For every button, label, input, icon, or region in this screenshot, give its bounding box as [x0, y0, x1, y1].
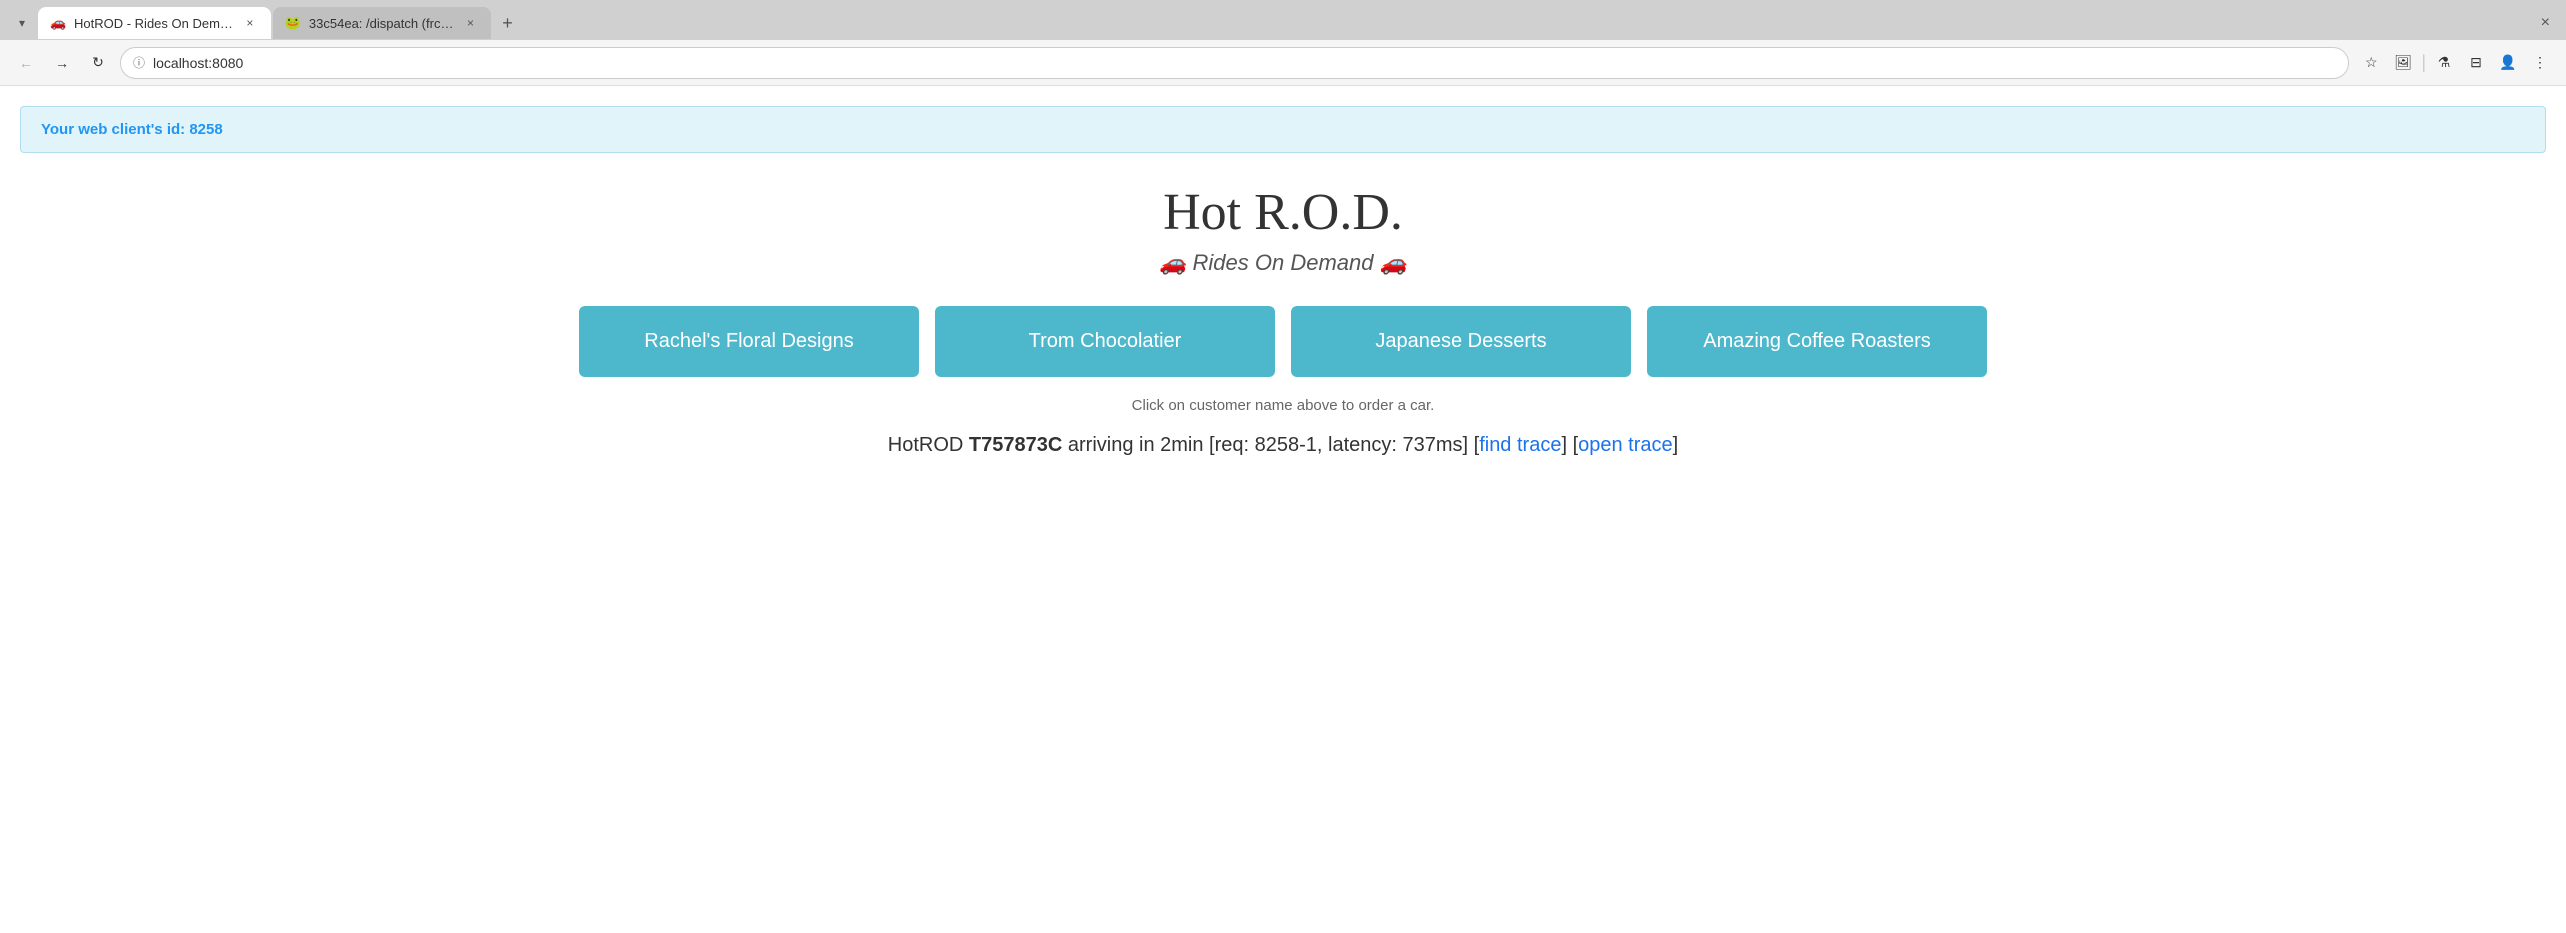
tab-1[interactable]: 🚗 HotROD - Rides On Dem… × — [38, 7, 271, 39]
back-button[interactable]: ← — [12, 49, 40, 77]
forward-button[interactable]: → — [48, 49, 76, 77]
tab-2-close[interactable]: × — [461, 14, 479, 32]
tab-2-favicon: 🐸 — [285, 15, 301, 31]
nav-bar: ← → ↻ ⓘ localhost:8080 ☆ 🖼 | ⚗ ⊟ 👤 ⋮ — [0, 40, 2566, 86]
profile-icon[interactable]: 👤 — [2494, 49, 2522, 77]
customer-button-rachel[interactable]: Rachel's Floral Designs — [579, 306, 919, 377]
address-security-icon: ⓘ — [133, 54, 145, 71]
address-bar[interactable]: ⓘ localhost:8080 — [120, 47, 2349, 79]
extension-icon[interactable]: 🖼 — [2389, 49, 2417, 77]
app-subtitle: 🚗 Rides On Demand 🚗 — [20, 250, 2546, 276]
instruction-text: Click on customer name above to order a … — [20, 397, 2546, 414]
new-tab-button[interactable]: + — [493, 9, 521, 37]
tab-2[interactable]: 🐸 33c54ea: /dispatch (frc… × — [273, 7, 492, 39]
app-title: Hot R.O.D. — [20, 183, 2546, 242]
page-content: Your web client's id: 8258 Hot R.O.D. 🚗 … — [0, 86, 2566, 686]
lab-icon[interactable]: ⚗ — [2430, 49, 2458, 77]
customer-button-coffee[interactable]: Amazing Coffee Roasters — [1647, 306, 1987, 377]
window-close-button[interactable]: × — [2533, 10, 2558, 36]
status-middle: arriving in 2min [req: 8258-1, latency: … — [1062, 434, 1479, 456]
find-trace-link[interactable]: find trace — [1479, 434, 1561, 456]
status-message: HotROD T757873C arriving in 2min [req: 8… — [20, 434, 2546, 457]
customer-button-trom[interactable]: Trom Chocolatier — [935, 306, 1275, 377]
client-id-banner: Your web client's id: 8258 — [20, 106, 2546, 153]
cast-icon[interactable]: ⊟ — [2462, 49, 2490, 77]
tab-bar: ▾ 🚗 HotROD - Rides On Dem… × 🐸 33c54ea: … — [0, 0, 2566, 40]
customer-buttons: Rachel's Floral Designs Trom Chocolatier… — [20, 306, 2546, 377]
tab-dropdown-button[interactable]: ▾ — [8, 9, 36, 37]
reload-button[interactable]: ↻ — [84, 49, 112, 77]
status-prefix: HotROD — [888, 434, 969, 456]
nav-separator: | — [2421, 52, 2426, 73]
status-between: ] [ — [1561, 434, 1578, 456]
client-id-value: 8258 — [189, 121, 222, 138]
customer-button-japanese[interactable]: Japanese Desserts — [1291, 306, 1631, 377]
subtitle-prefix: 🚗 — [1159, 250, 1193, 275]
status-suffix: ] — [1673, 434, 1679, 456]
status-car-id: T757873C — [969, 434, 1062, 456]
nav-actions: ☆ 🖼 | ⚗ ⊟ 👤 ⋮ — [2357, 49, 2554, 77]
tab-2-title: 33c54ea: /dispatch (frc… — [309, 16, 454, 31]
open-trace-link[interactable]: open trace — [1578, 434, 1673, 456]
tab-1-title: HotROD - Rides On Dem… — [74, 16, 233, 31]
subtitle-text: Rides On Demand — [1193, 250, 1374, 275]
bookmark-star-icon[interactable]: ☆ — [2357, 49, 2385, 77]
address-text: localhost:8080 — [153, 55, 2336, 71]
subtitle-suffix: 🚗 — [1373, 250, 1407, 275]
tab-1-favicon: 🚗 — [50, 15, 66, 31]
browser-chrome: ▾ 🚗 HotROD - Rides On Dem… × 🐸 33c54ea: … — [0, 0, 2566, 86]
menu-icon[interactable]: ⋮ — [2526, 49, 2554, 77]
tab-1-close[interactable]: × — [241, 14, 259, 32]
client-id-prefix: Your web client's id: — [41, 121, 189, 138]
